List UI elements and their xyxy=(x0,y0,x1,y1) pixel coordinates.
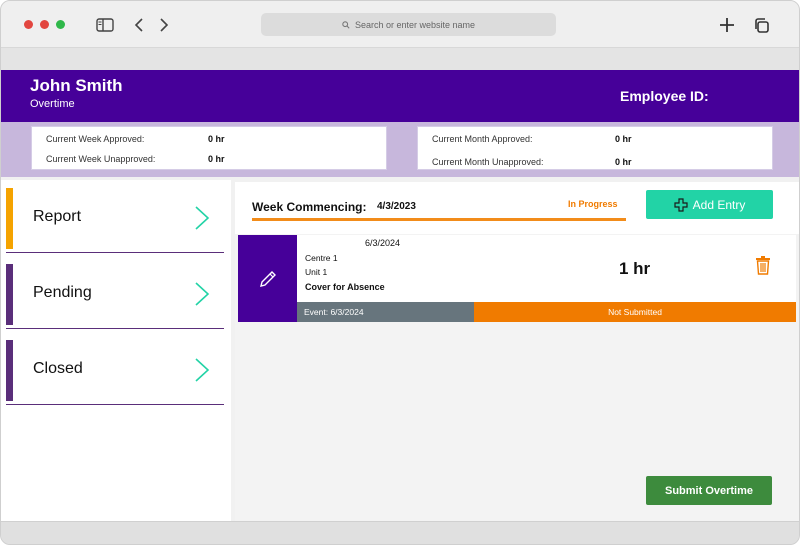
nav-accent-bar xyxy=(6,264,13,325)
entry-submission-status: Not Submitted xyxy=(474,302,796,322)
week-commencing-label: Week Commencing: xyxy=(252,200,367,214)
add-entry-button[interactable]: Add Entry xyxy=(646,190,773,219)
maximize-window-button[interactable] xyxy=(56,20,65,29)
entry-centre: Centre 1 xyxy=(305,253,338,263)
week-status: In Progress xyxy=(568,199,618,209)
entry-reason: Cover for Absence xyxy=(305,282,385,292)
month-stats-box: Current Month Approved: 0 hr Current Mon… xyxy=(417,126,773,170)
minimize-window-button[interactable] xyxy=(40,20,49,29)
forward-icon[interactable] xyxy=(154,15,174,35)
nav-accent-bar xyxy=(6,340,13,401)
sidebar-item-label: Closed xyxy=(33,360,83,377)
chevron-right-icon xyxy=(195,282,210,306)
month-approved-label: Current Month Approved: xyxy=(432,134,533,144)
week-header: Week Commencing: 4/3/2023 In Progress Ad… xyxy=(235,182,799,234)
entry-event-date: Event: 6/3/2024 xyxy=(297,302,474,322)
entry-date: 6/3/2024 xyxy=(365,238,401,248)
nav-accent-bar xyxy=(6,188,13,249)
page-subtitle: Overtime xyxy=(30,98,75,110)
month-unapproved-label: Current Month Unapproved: xyxy=(432,157,544,167)
week-stats-box: Current Week Approved: 0 hr Current Week… xyxy=(31,126,387,170)
week-progress-line xyxy=(252,218,626,221)
main-panel: Week Commencing: 4/3/2023 In Progress Ad… xyxy=(235,182,799,521)
entry-hours: 1 hr xyxy=(619,259,651,278)
entry-unit: Unit 1 xyxy=(305,267,328,277)
sidebar-toggle-icon[interactable] xyxy=(95,15,115,35)
back-icon[interactable] xyxy=(129,15,149,35)
sidebar-item-closed[interactable]: Closed xyxy=(6,332,224,405)
search-icon xyxy=(342,20,350,29)
plus-icon xyxy=(674,197,688,212)
address-placeholder: Search or enter website name xyxy=(354,19,476,30)
close-window-button[interactable] xyxy=(24,20,33,29)
app-header: John Smith Overtime Employee ID: xyxy=(1,70,799,122)
week-commencing-date: 4/3/2023 xyxy=(377,201,416,212)
employee-name: John Smith xyxy=(30,76,123,95)
sidebar-item-report[interactable]: Report xyxy=(6,180,224,253)
new-tab-icon[interactable] xyxy=(717,15,737,35)
chevron-right-icon xyxy=(195,206,210,230)
week-approved-value: 0 hr xyxy=(208,134,225,144)
chevron-right-icon xyxy=(195,358,210,382)
browser-toolbar: Search or enter website name xyxy=(1,1,799,48)
overtime-app: John Smith Overtime Employee ID: Current… xyxy=(1,70,799,521)
submit-overtime-button[interactable]: Submit Overtime xyxy=(646,476,772,505)
month-unapproved-value: 0 hr xyxy=(615,157,632,167)
sidebar-item-label: Report xyxy=(33,208,82,225)
address-bar[interactable]: Search or enter website name xyxy=(261,13,556,36)
sidebar-item-pending[interactable]: Pending xyxy=(6,256,224,329)
week-unapproved-label: Current Week Unapproved: xyxy=(46,154,156,164)
pencil-icon xyxy=(259,270,276,287)
add-entry-label: Add Entry xyxy=(692,197,746,212)
stats-band: Current Week Approved: 0 hr Current Week… xyxy=(1,122,799,177)
employee-id-label: Employee ID: xyxy=(620,88,709,104)
week-unapproved-value: 0 hr xyxy=(208,154,225,164)
tabs-overview-icon[interactable] xyxy=(751,15,771,35)
month-approved-value: 0 hr xyxy=(615,134,632,144)
overtime-entry-card: 6/3/2024 Centre 1 Unit 1 Cover for Absen… xyxy=(238,235,796,322)
trash-icon[interactable] xyxy=(755,255,771,275)
edit-entry-button[interactable] xyxy=(238,235,297,322)
browser-bottom-bar xyxy=(1,521,799,544)
sidebar-item-label: Pending xyxy=(33,284,92,301)
sidebar: Report Pending Closed xyxy=(1,180,231,521)
browser-window: Search or enter website name John Smith … xyxy=(0,0,800,545)
week-approved-label: Current Week Approved: xyxy=(46,134,145,144)
